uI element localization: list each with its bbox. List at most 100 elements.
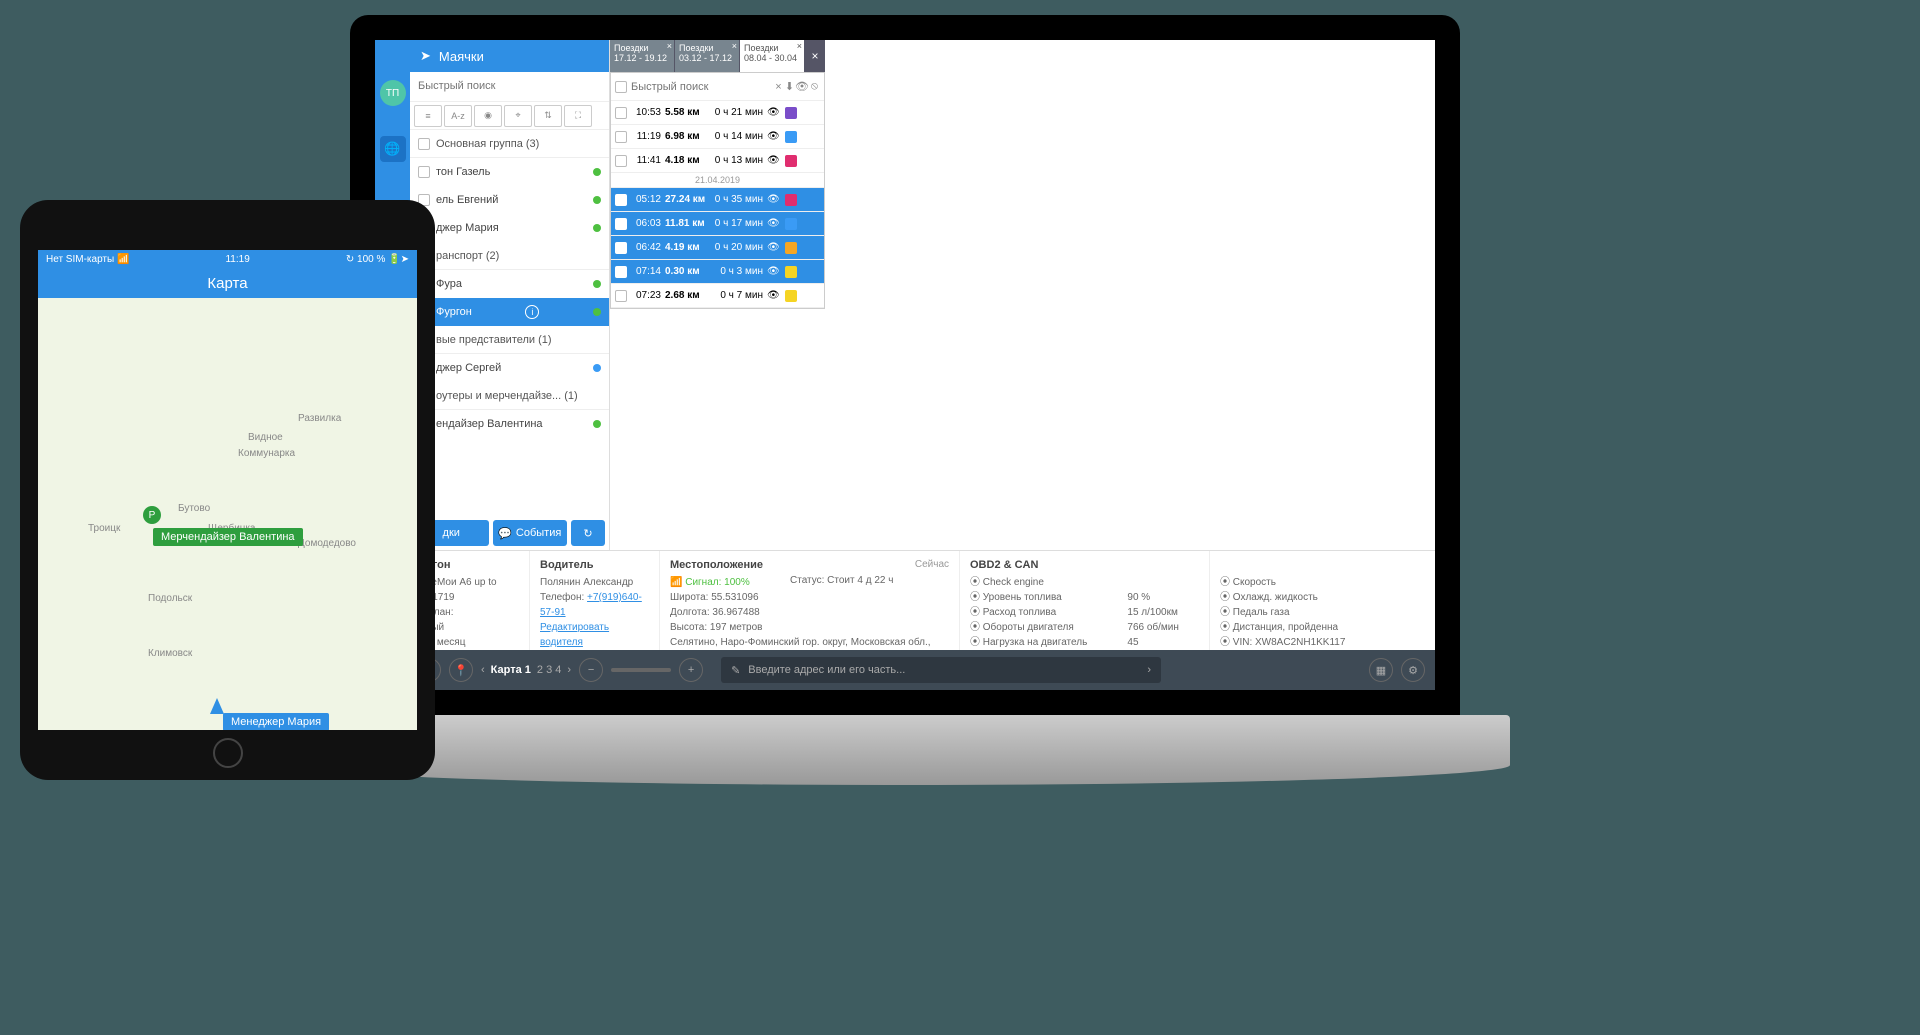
globe-icon[interactable]: 🌐 bbox=[380, 136, 406, 162]
map-page[interactable]: 2 bbox=[537, 664, 543, 676]
trip-checkbox[interactable] bbox=[615, 242, 627, 254]
tracker-item[interactable]: ель Евгений bbox=[410, 186, 609, 214]
trip-checkbox[interactable] bbox=[615, 131, 627, 143]
trip-tab[interactable]: Поездки08.04 - 30.04× bbox=[740, 40, 805, 72]
eye-icon[interactable]: 👁 bbox=[767, 242, 781, 253]
trip-row[interactable]: 11:196.98 км0 ч 14 мин👁 bbox=[611, 125, 824, 149]
eye-icon[interactable]: 👁 bbox=[767, 194, 781, 205]
trackers-panel: ➤ Маячки ≡A-z◉⌖⇅⛶ Основная группа (3)тон… bbox=[410, 40, 610, 550]
map-page[interactable]: 3 bbox=[546, 664, 552, 676]
trip-row[interactable]: 11:414.18 км0 ч 13 мин👁 bbox=[611, 149, 824, 173]
trip-checkbox[interactable] bbox=[615, 218, 627, 230]
trip-row[interactable]: 05:1227.24 км0 ч 35 мин👁 bbox=[611, 188, 824, 212]
toolbar-button[interactable]: ⛶ bbox=[564, 105, 592, 127]
search-input[interactable] bbox=[418, 80, 601, 92]
prev-map-icon[interactable]: ‹ bbox=[481, 664, 485, 676]
close-icon[interactable]: × bbox=[773, 78, 784, 96]
map-place-label: Селятино bbox=[975, 355, 1020, 366]
address-search[interactable]: ✎ Введите адрес или его часть... › bbox=[721, 657, 1161, 683]
zoom-in-icon[interactable]: + bbox=[679, 658, 703, 682]
obd-value bbox=[1127, 575, 1199, 590]
close-icon[interactable]: × bbox=[797, 41, 802, 51]
close-icon[interactable]: × bbox=[1003, 112, 1009, 127]
trip-tab[interactable]: Поездки03.12 - 17.12× bbox=[675, 40, 740, 72]
trip-checkbox[interactable] bbox=[615, 155, 627, 167]
group-header[interactable]: вые представители (1) bbox=[410, 326, 609, 354]
trip-row[interactable]: 10:535.58 км0 ч 21 мин👁 bbox=[611, 101, 824, 125]
obd-column-1: OBD2 & CAN⦿ Check engine⦿ Уровень топлив… bbox=[960, 551, 1210, 650]
trip-duration: 0 ч 13 мин bbox=[711, 155, 763, 166]
group-header[interactable]: Основная группа (3) bbox=[410, 130, 609, 158]
zoom-out-icon[interactable]: − bbox=[579, 658, 603, 682]
map-page[interactable]: 4 bbox=[555, 664, 561, 676]
group-header[interactable]: оутеры и мерчендайзе... (1) bbox=[410, 382, 609, 410]
finish-marker-icon[interactable]: ⚑ bbox=[1275, 250, 1297, 272]
item-checkbox[interactable] bbox=[418, 166, 430, 178]
close-icon[interactable]: × bbox=[983, 217, 989, 232]
group-header[interactable]: ранспорт (2) bbox=[410, 242, 609, 270]
current-location-icon[interactable] bbox=[210, 698, 224, 714]
edit-driver-link[interactable]: Редактировать водителя bbox=[540, 620, 649, 650]
select-all-checkbox[interactable] bbox=[615, 81, 627, 93]
eye-icon[interactable]: 👁 bbox=[767, 131, 781, 142]
layers-icon[interactable]: ▦ bbox=[1369, 658, 1393, 682]
history-button[interactable]: ↻ bbox=[571, 520, 605, 546]
toolbar-button[interactable]: ⌖ bbox=[504, 105, 532, 127]
close-icon[interactable]: × bbox=[1328, 137, 1334, 152]
tablet-map[interactable]: P ВидноеРазвилкаДомодедовоПодольскЩербин… bbox=[38, 298, 417, 730]
toolbar-button[interactable]: ◉ bbox=[474, 105, 502, 127]
trip-row[interactable]: 06:424.19 км0 ч 20 мин👁 bbox=[611, 236, 824, 260]
toolbar-button[interactable]: A-z bbox=[444, 105, 472, 127]
trip-row[interactable]: 07:140.30 км0 ч 3 мин👁 bbox=[611, 260, 824, 284]
eye-off-icon[interactable]: ⦸ bbox=[809, 78, 820, 96]
obd-value: 766 об/мин bbox=[1127, 620, 1199, 635]
status-dot bbox=[593, 196, 601, 204]
parking-marker-icon[interactable]: P bbox=[143, 506, 161, 524]
trip-checkbox[interactable] bbox=[615, 107, 627, 119]
close-all-icon[interactable]: × bbox=[805, 40, 825, 72]
group-checkbox[interactable] bbox=[418, 138, 430, 150]
tracker-item[interactable]: тон Газель bbox=[410, 158, 609, 186]
eye-icon[interactable]: 👁 bbox=[767, 155, 781, 166]
tracker-item[interactable]: джер Мария bbox=[410, 214, 609, 242]
tracker-item[interactable]: ендайзер Валентина bbox=[410, 410, 609, 438]
toolbar-button[interactable]: ⇅ bbox=[534, 105, 562, 127]
trip-checkbox[interactable] bbox=[615, 290, 627, 302]
info-icon[interactable]: i bbox=[525, 305, 539, 319]
download-icon[interactable]: ⬇ bbox=[784, 78, 795, 96]
map-tab-active[interactable]: Карта 1 bbox=[491, 664, 531, 676]
tools-icon[interactable]: ⚙ bbox=[1401, 658, 1425, 682]
events-button[interactable]: 💬 События bbox=[493, 520, 568, 546]
trips-search-input[interactable] bbox=[631, 81, 773, 93]
close-icon[interactable]: × bbox=[667, 41, 672, 51]
pin-icon[interactable]: 📍 bbox=[449, 658, 473, 682]
trip-duration: 0 ч 7 мин bbox=[711, 290, 763, 301]
tracker-item[interactable]: Фура bbox=[410, 270, 609, 298]
trip-row[interactable]: 07:232.68 км0 ч 7 мин👁 bbox=[611, 284, 824, 308]
trip-row[interactable]: 06:0311.81 км0 ч 17 мин👁 bbox=[611, 212, 824, 236]
map-marker[interactable]: Менеджер Мария bbox=[223, 713, 329, 730]
map-label: гений bbox=[977, 165, 1019, 180]
tracker-item[interactable]: Фургон i bbox=[410, 298, 609, 326]
trip-tab[interactable]: Поездки17.12 - 19.12× bbox=[610, 40, 675, 72]
trip-checkbox[interactable] bbox=[615, 266, 627, 278]
toolbar-button[interactable]: ≡ bbox=[414, 105, 442, 127]
home-button[interactable] bbox=[213, 738, 243, 768]
eye-icon[interactable]: 👁 bbox=[767, 107, 781, 118]
map-tooltip: ×Время: 21.04.2019 05:16Скорость: 55 км/… bbox=[855, 215, 993, 291]
trip-duration: 0 ч 3 мин bbox=[711, 266, 763, 277]
eye-icon[interactable]: 👁 bbox=[767, 218, 781, 229]
next-map-icon[interactable]: › bbox=[567, 664, 571, 676]
trip-time: 06:42 bbox=[631, 242, 661, 253]
map-marker[interactable]: Мерчендайзер Валентина bbox=[153, 528, 303, 546]
tracker-name: Фургон bbox=[436, 306, 472, 318]
eye-icon[interactable]: 👁 bbox=[795, 78, 809, 96]
trip-checkbox[interactable] bbox=[615, 194, 627, 206]
close-icon[interactable]: × bbox=[732, 41, 737, 51]
tracker-item[interactable]: джер Сергей bbox=[410, 354, 609, 382]
eye-icon[interactable]: 👁 bbox=[767, 290, 781, 301]
user-avatar[interactable]: ТП bbox=[380, 80, 406, 106]
color-swatch bbox=[785, 155, 797, 167]
zoom-slider[interactable] bbox=[611, 668, 671, 672]
eye-icon[interactable]: 👁 bbox=[767, 266, 781, 277]
